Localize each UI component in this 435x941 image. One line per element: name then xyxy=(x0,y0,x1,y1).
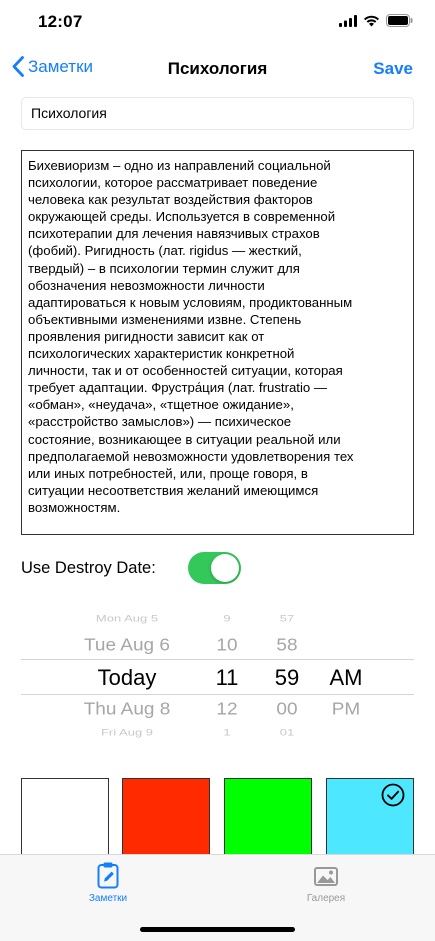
picker-date-item: Mon Aug 5 xyxy=(95,613,159,624)
picker-hour-item: 10 xyxy=(216,636,238,655)
status-icons xyxy=(339,14,413,27)
status-bar: 12:07 xyxy=(0,0,435,48)
picker-hour-column[interactable]: 9 10 11 12 1 xyxy=(200,607,254,742)
picker-ampm-column[interactable]: AM PM xyxy=(320,607,372,742)
destroy-date-row: Use Destroy Date: xyxy=(21,552,414,585)
picker-date-item: Thu Aug 8 xyxy=(83,700,171,719)
color-swatch-cyan[interactable] xyxy=(326,778,414,856)
picker-date-column[interactable]: Mon Aug 5 Tue Aug 6 Today Thu Aug 8 Fri … xyxy=(60,607,194,742)
picker-minute-item: 58 xyxy=(276,636,298,655)
picker-hour-selected: 11 xyxy=(215,665,239,690)
picker-hour-item: 12 xyxy=(216,700,238,719)
picker-hour-item: 9 xyxy=(223,613,231,624)
wifi-icon xyxy=(364,15,379,26)
note-body-textview[interactable]: Бихевиоризм – одно из направлений социал… xyxy=(21,150,414,535)
back-button[interactable]: Заметки xyxy=(12,56,93,77)
destroy-date-picker[interactable]: Mon Aug 5 Tue Aug 6 Today Thu Aug 8 Fri … xyxy=(0,607,435,742)
picker-minute-item: 01 xyxy=(279,727,295,738)
color-swatch-white[interactable] xyxy=(21,778,109,856)
tab-gallery-label: Галерея xyxy=(306,893,346,904)
clipboard-pencil-icon xyxy=(97,862,119,889)
nav-bar: Заметки Психология Save xyxy=(0,48,435,92)
tab-notes[interactable]: Заметки xyxy=(53,861,163,904)
picker-date-selected: Today xyxy=(97,665,157,690)
picker-date-item: Fri Aug 9 xyxy=(100,727,154,738)
tab-notes-label: Заметки xyxy=(88,893,128,904)
destroy-date-switch[interactable] xyxy=(188,552,241,584)
signal-icon xyxy=(339,14,357,27)
save-button[interactable]: Save xyxy=(373,59,413,79)
photo-gallery-icon xyxy=(314,867,338,886)
picker-hour-item: 1 xyxy=(223,727,231,738)
tab-gallery[interactable]: Галерея xyxy=(271,861,381,904)
picker-date-item: Tue Aug 6 xyxy=(84,636,170,655)
picker-minute-selected: 59 xyxy=(274,665,300,690)
color-swatch-green[interactable] xyxy=(224,778,312,856)
battery-icon xyxy=(386,14,413,27)
picker-ampm-item: PM xyxy=(331,700,361,719)
color-swatches xyxy=(21,778,414,856)
destroy-date-label: Use Destroy Date: xyxy=(21,559,156,577)
chevron-left-icon xyxy=(12,56,24,77)
switch-knob xyxy=(211,554,239,582)
picker-minute-column[interactable]: 57 58 59 00 01 xyxy=(260,607,314,742)
picker-minute-item: 00 xyxy=(276,700,298,719)
color-swatch-red[interactable] xyxy=(122,778,210,856)
picker-ampm-selected: AM xyxy=(329,665,363,690)
checkmark-circle-icon xyxy=(381,783,405,807)
note-title-field[interactable]: Психология xyxy=(21,97,414,130)
back-button-label: Заметки xyxy=(28,56,94,76)
home-indicator xyxy=(140,927,295,932)
picker-minute-item: 57 xyxy=(279,613,295,624)
status-time: 12:07 xyxy=(38,12,83,31)
